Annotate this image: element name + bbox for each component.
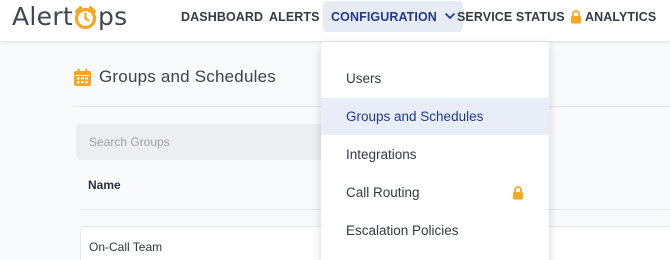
menu-item-label: Groups and Schedules (346, 109, 484, 124)
menu-item-escalation-policies[interactable]: Escalation Policies (321, 212, 549, 249)
menu-item-integrations[interactable]: Integrations (321, 136, 549, 173)
menu-item-groups-and-schedules[interactable]: Groups and Schedules (321, 98, 549, 135)
lock-icon (512, 186, 524, 200)
nav-alerts[interactable]: ALERTS (269, 0, 320, 33)
configuration-dropdown-menu: Users Groups and Schedules Integrations … (321, 42, 549, 260)
nav-service-status-label: SERVICE STATUS (457, 9, 565, 24)
menu-item-label: Users (346, 71, 382, 86)
alertops-logo[interactable]: Alert ps (12, 2, 128, 32)
nav-configuration[interactable]: CONFIGURATION (323, 1, 463, 32)
column-header-name[interactable]: Name (88, 178, 121, 192)
menu-item-label: Call Routing (346, 185, 420, 200)
menu-item-call-routing[interactable]: Call Routing (321, 174, 549, 211)
alarm-clock-icon (74, 2, 97, 32)
nav-service-status[interactable]: SERVICE STATUS (457, 0, 582, 33)
lock-icon (570, 9, 582, 24)
group-name: On-Call Team (89, 240, 163, 254)
calendar-icon (73, 68, 92, 87)
chevron-down-icon (445, 13, 455, 20)
page-title: Groups and Schedules (73, 67, 276, 87)
top-navigation-bar: Alert ps DASHBOARD ALERTS CONFIGURATION … (0, 0, 670, 41)
nav-analytics[interactable]: ANALYTICS (585, 0, 656, 33)
nav-dashboard[interactable]: DASHBOARD (181, 0, 263, 33)
page-title-text: Groups and Schedules (99, 67, 276, 86)
search-groups-input[interactable] (76, 124, 336, 160)
menu-item-users[interactable]: Users (321, 60, 549, 97)
logo-text-alert: Alert (12, 2, 74, 31)
nav-configuration-label: CONFIGURATION (331, 9, 437, 24)
menu-item-label: Escalation Policies (346, 223, 459, 238)
logo-text-ps: ps (98, 2, 128, 31)
menu-item-label: Integrations (346, 147, 417, 162)
